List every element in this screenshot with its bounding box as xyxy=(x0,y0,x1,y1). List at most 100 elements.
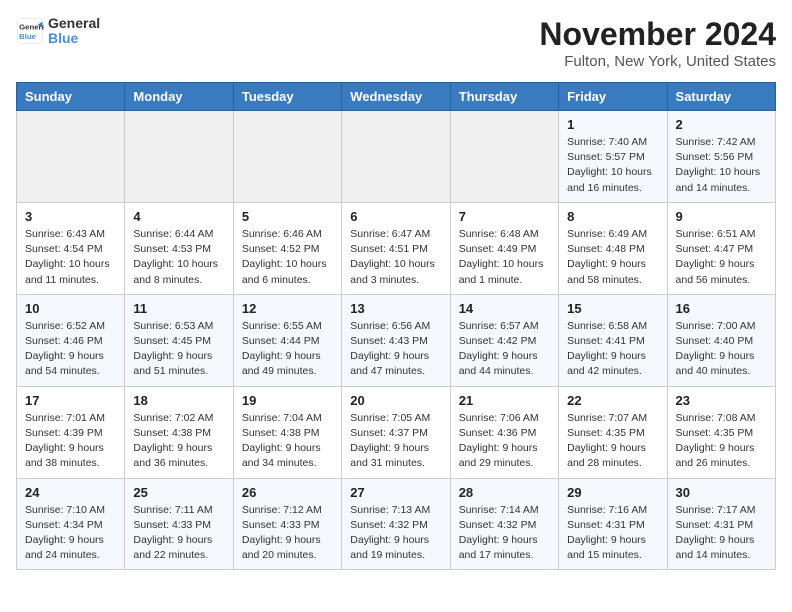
day-number: 29 xyxy=(567,485,658,500)
day-number: 11 xyxy=(133,301,224,316)
day-number: 12 xyxy=(242,301,333,316)
day-info: Sunrise: 7:05 AM Sunset: 4:37 PM Dayligh… xyxy=(350,411,441,472)
calendar-cell: 21Sunrise: 7:06 AM Sunset: 4:36 PM Dayli… xyxy=(450,386,558,478)
calendar-cell: 5Sunrise: 6:46 AM Sunset: 4:52 PM Daylig… xyxy=(233,202,341,294)
calendar-cell: 10 Sunrise: 6:52 AM Sunset: 4:46 PM Dayli… xyxy=(17,294,125,386)
day-number: 23 xyxy=(676,393,767,408)
calendar-cell: 16Sunrise: 7:00 AM Sunset: 4:40 PM Dayli… xyxy=(667,294,775,386)
day-info: Sunrise: 6:55 AM Sunset: 4:44 PM Dayligh… xyxy=(242,319,333,380)
day-number: 2 xyxy=(676,117,767,132)
day-info: Sunrise: 6:47 AM Sunset: 4:51 PM Dayligh… xyxy=(350,227,441,288)
day-number: 27 xyxy=(350,485,441,500)
day-info: Sunrise: 6:57 AM Sunset: 4:42 PM Dayligh… xyxy=(459,319,550,380)
day-info: Sunrise: 7:17 AM Sunset: 4:31 PM Dayligh… xyxy=(676,503,767,564)
calendar-cell: 3 Sunrise: 6:43 AM Sunset: 4:54 PM Daylig… xyxy=(17,202,125,294)
calendar-cell: 25Sunrise: 7:11 AM Sunset: 4:33 PM Dayli… xyxy=(125,478,233,570)
svg-text:Blue: Blue xyxy=(19,32,37,41)
calendar-day-header: Thursday xyxy=(450,83,558,111)
calendar-cell: 11 Sunrise: 6:53 AM Sunset: 4:45 PM Dayli… xyxy=(125,294,233,386)
day-info: Sunrise: 6:48 AM Sunset: 4:49 PM Dayligh… xyxy=(459,227,550,288)
calendar-cell xyxy=(17,111,125,203)
calendar-day-header: Wednesday xyxy=(342,83,450,111)
day-info: Sunrise: 7:07 AM Sunset: 4:35 PM Dayligh… xyxy=(567,411,658,472)
day-number: 3 xyxy=(25,209,116,224)
day-info: Sunrise: 6:53 AM Sunset: 4:45 PM Dayligh… xyxy=(133,319,224,380)
day-number: 25 xyxy=(133,485,224,500)
calendar-day-header: Sunday xyxy=(17,83,125,111)
day-info: Sunrise: 6:43 AM Sunset: 4:54 PM Dayligh… xyxy=(25,227,116,288)
day-info: Sunrise: 6:52 AM Sunset: 4:46 PM Dayligh… xyxy=(25,319,116,380)
title-block: November 2024 Fulton, New York, United S… xyxy=(539,16,776,70)
day-info: Sunrise: 7:01 AM Sunset: 4:39 PM Dayligh… xyxy=(25,411,116,472)
calendar-week-row: 1 Sunrise: 7:40 AM Sunset: 5:57 PM Daylig… xyxy=(17,111,776,203)
calendar-cell xyxy=(342,111,450,203)
day-info: Sunrise: 7:40 AM Sunset: 5:57 PM Dayligh… xyxy=(567,135,658,196)
day-number: 13 xyxy=(350,301,441,316)
day-number: 6 xyxy=(350,209,441,224)
calendar-cell: 9 Sunrise: 6:51 AM Sunset: 4:47 PM Daylig… xyxy=(667,202,775,294)
calendar-cell: 7 Sunrise: 6:48 AM Sunset: 4:49 PM Daylig… xyxy=(450,202,558,294)
calendar-cell: 4 Sunrise: 6:44 AM Sunset: 4:53 PM Daylig… xyxy=(125,202,233,294)
day-number: 1 xyxy=(567,117,658,132)
calendar-week-row: 24 Sunrise: 7:10 AM Sunset: 4:34 PM Dayli… xyxy=(17,478,776,570)
calendar-cell: 2 Sunrise: 7:42 AM Sunset: 5:56 PM Daylig… xyxy=(667,111,775,203)
calendar-table: SundayMondayTuesdayWednesdayThursdayFrid… xyxy=(16,82,776,570)
calendar-day-header: Friday xyxy=(559,83,667,111)
day-number: 26 xyxy=(242,485,333,500)
day-number: 30 xyxy=(676,485,767,500)
day-number: 14 xyxy=(459,301,550,316)
calendar-cell: 28 Sunrise: 7:14 AM Sunset: 4:32 PM Dayli… xyxy=(450,478,558,570)
calendar-cell: 14 Sunrise: 6:57 AM Sunset: 4:42 PM Dayli… xyxy=(450,294,558,386)
calendar-week-row: 17 Sunrise: 7:01 AM Sunset: 4:39 PM Dayli… xyxy=(17,386,776,478)
logo-icon: General Blue xyxy=(16,17,44,45)
calendar-day-header: Tuesday xyxy=(233,83,341,111)
day-number: 15 xyxy=(567,301,658,316)
day-number: 9 xyxy=(676,209,767,224)
day-info: Sunrise: 7:12 AM Sunset: 4:33 PM Dayligh… xyxy=(242,503,333,564)
day-number: 7 xyxy=(459,209,550,224)
calendar-header-row: SundayMondayTuesdayWednesdayThursdayFrid… xyxy=(17,83,776,111)
day-info: Sunrise: 7:13 AM Sunset: 4:32 PM Dayligh… xyxy=(350,503,441,564)
calendar-cell: 17 Sunrise: 7:01 AM Sunset: 4:39 PM Dayli… xyxy=(17,386,125,478)
calendar-cell: 29 Sunrise: 7:16 AM Sunset: 4:31 PM Dayli… xyxy=(559,478,667,570)
day-info: Sunrise: 7:42 AM Sunset: 5:56 PM Dayligh… xyxy=(676,135,767,196)
calendar-cell: 30 Sunrise: 7:17 AM Sunset: 4:31 PM Dayli… xyxy=(667,478,775,570)
logo-text-general: General xyxy=(48,16,100,31)
calendar-week-row: 3 Sunrise: 6:43 AM Sunset: 4:54 PM Daylig… xyxy=(17,202,776,294)
day-info: Sunrise: 6:51 AM Sunset: 4:47 PM Dayligh… xyxy=(676,227,767,288)
calendar-cell: 22Sunrise: 7:07 AM Sunset: 4:35 PM Dayli… xyxy=(559,386,667,478)
calendar-cell: 24 Sunrise: 7:10 AM Sunset: 4:34 PM Dayli… xyxy=(17,478,125,570)
calendar-cell: 27 Sunrise: 7:13 AM Sunset: 4:32 PM Dayli… xyxy=(342,478,450,570)
calendar-cell xyxy=(450,111,558,203)
location-title: Fulton, New York, United States xyxy=(539,53,776,70)
calendar-cell: 20Sunrise: 7:05 AM Sunset: 4:37 PM Dayli… xyxy=(342,386,450,478)
day-info: Sunrise: 6:44 AM Sunset: 4:53 PM Dayligh… xyxy=(133,227,224,288)
month-title: November 2024 xyxy=(539,16,776,53)
calendar-cell: 15 Sunrise: 6:58 AM Sunset: 4:41 PM Dayli… xyxy=(559,294,667,386)
day-number: 10 xyxy=(25,301,116,316)
day-info: Sunrise: 7:00 AM Sunset: 4:40 PM Dayligh… xyxy=(676,319,767,380)
day-info: Sunrise: 6:58 AM Sunset: 4:41 PM Dayligh… xyxy=(567,319,658,380)
day-info: Sunrise: 7:06 AM Sunset: 4:36 PM Dayligh… xyxy=(459,411,550,472)
day-info: Sunrise: 7:10 AM Sunset: 4:34 PM Dayligh… xyxy=(25,503,116,564)
calendar-cell xyxy=(233,111,341,203)
day-info: Sunrise: 7:16 AM Sunset: 4:31 PM Dayligh… xyxy=(567,503,658,564)
calendar-cell: 1 Sunrise: 7:40 AM Sunset: 5:57 PM Daylig… xyxy=(559,111,667,203)
logo: General Blue General Blue xyxy=(16,16,100,47)
day-info: Sunrise: 6:49 AM Sunset: 4:48 PM Dayligh… xyxy=(567,227,658,288)
day-info: Sunrise: 7:04 AM Sunset: 4:38 PM Dayligh… xyxy=(242,411,333,472)
day-info: Sunrise: 7:02 AM Sunset: 4:38 PM Dayligh… xyxy=(133,411,224,472)
day-number: 28 xyxy=(459,485,550,500)
day-number: 17 xyxy=(25,393,116,408)
day-number: 18 xyxy=(133,393,224,408)
day-number: 4 xyxy=(133,209,224,224)
day-info: Sunrise: 7:14 AM Sunset: 4:32 PM Dayligh… xyxy=(459,503,550,564)
day-number: 24 xyxy=(25,485,116,500)
calendar-cell: 26 Sunrise: 7:12 AM Sunset: 4:33 PM Dayli… xyxy=(233,478,341,570)
day-number: 8 xyxy=(567,209,658,224)
calendar-cell: 23Sunrise: 7:08 AM Sunset: 4:35 PM Dayli… xyxy=(667,386,775,478)
day-number: 5 xyxy=(242,209,333,224)
logo-text-blue: Blue xyxy=(48,31,100,46)
calendar-cell: 19Sunrise: 7:04 AM Sunset: 4:38 PM Dayli… xyxy=(233,386,341,478)
calendar-cell xyxy=(125,111,233,203)
